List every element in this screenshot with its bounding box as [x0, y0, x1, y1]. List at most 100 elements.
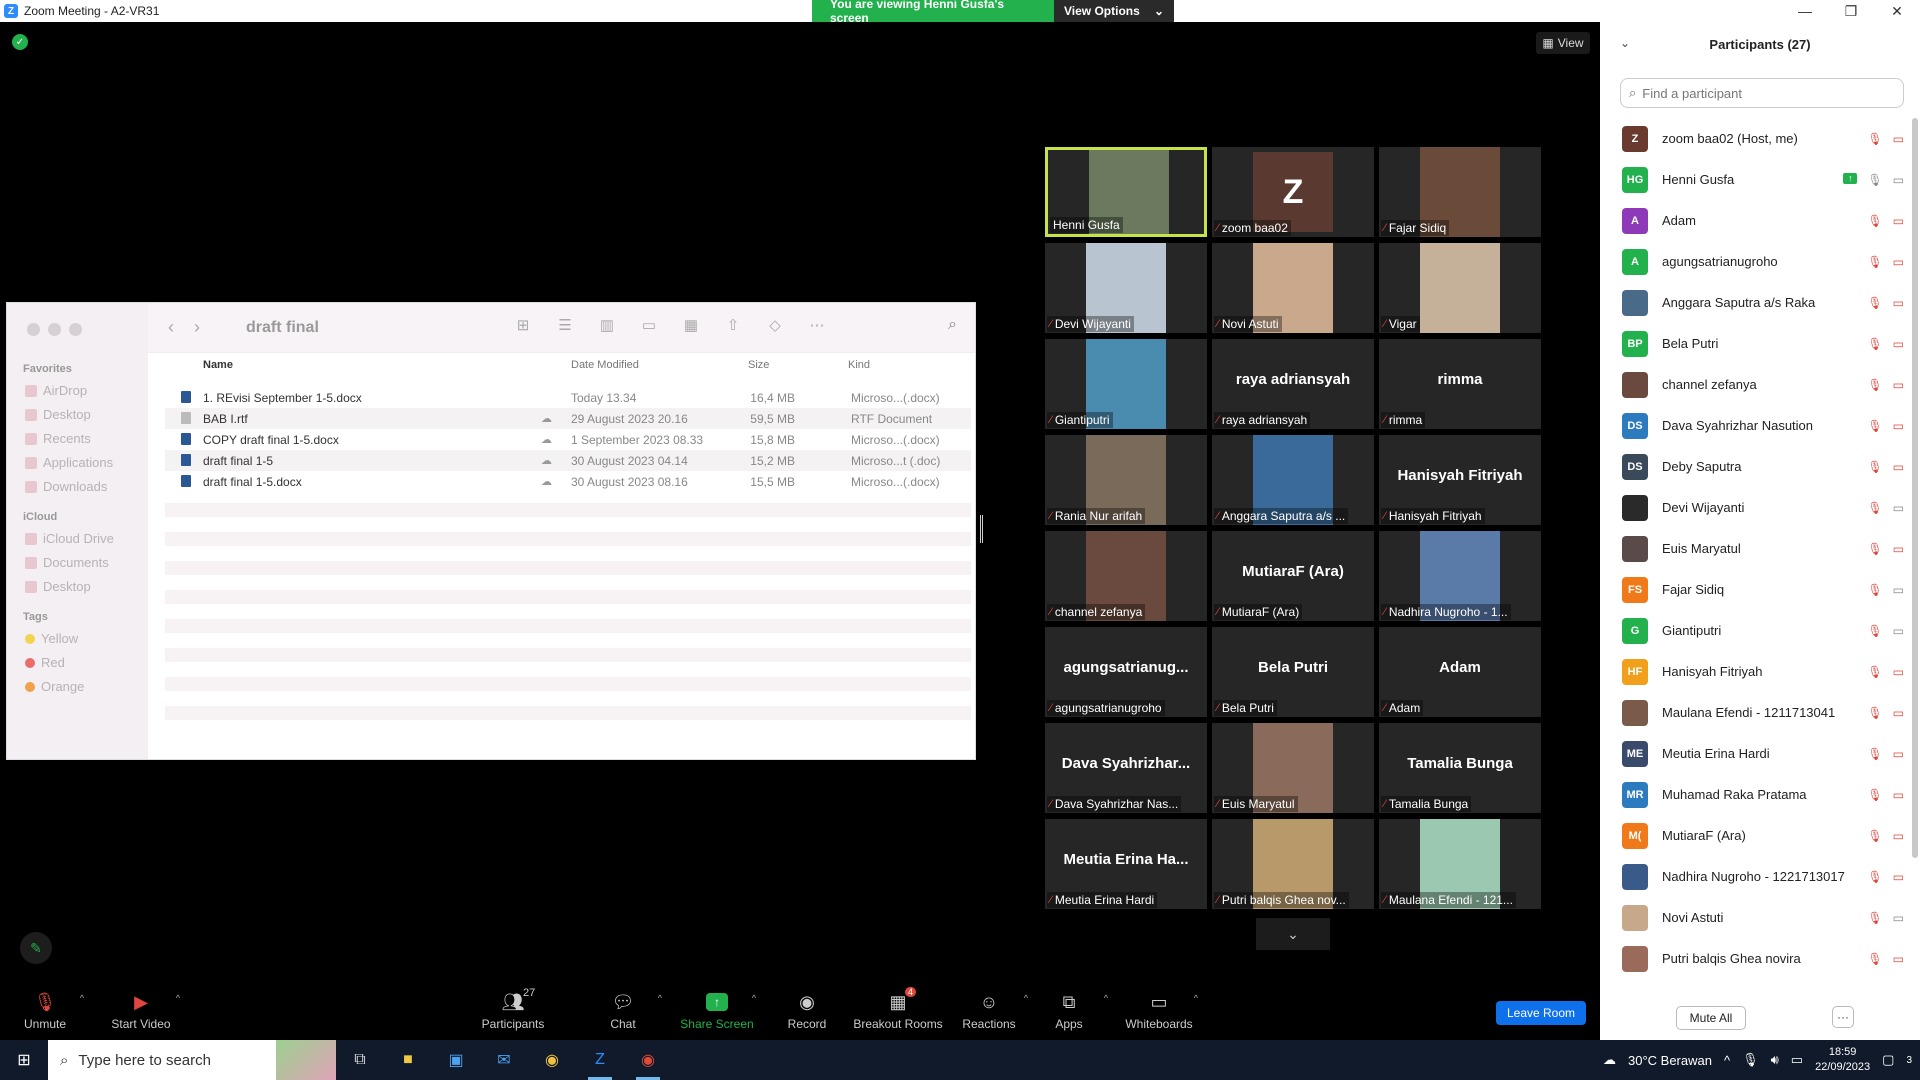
store-icon[interactable]: ▣ — [432, 1040, 480, 1080]
participants-button[interactable]: 👥︎ 27 Participants — [468, 987, 558, 1031]
participant-row[interactable]: A Adam 🎙︎ ▭ — [1622, 200, 1912, 241]
caret-up-icon[interactable]: ^ — [1194, 993, 1198, 1003]
caret-up-icon[interactable]: ^ — [80, 993, 84, 1003]
apps-button[interactable]: ⧉ ^ Apps — [1024, 989, 1114, 1032]
video-tile[interactable]: ⁄ Maulana Efendi - 121... — [1379, 819, 1541, 909]
network-icon[interactable]: ▭ — [1791, 1052, 1803, 1068]
participant-row[interactable]: Anggara Saputra a/s Raka 🎙︎ ▭ — [1622, 282, 1912, 323]
chrome-icon[interactable]: ◉ — [528, 1040, 576, 1080]
file-kind: RTF Document — [851, 412, 933, 426]
caret-up-icon[interactable]: ^ — [658, 993, 662, 1003]
restore-icon[interactable]: ❐ — [1828, 0, 1874, 22]
volume-icon[interactable]: 🔊︎ — [1771, 1052, 1779, 1068]
participant-row[interactable]: channel zefanya 🎙︎ ▭ — [1622, 364, 1912, 405]
video-tile[interactable]: Adam ⁄ Adam — [1379, 627, 1541, 717]
chat-button[interactable]: 💬︎ ^ Chat — [578, 989, 668, 1032]
whiteboards-button[interactable]: ▭ ^ Whiteboards — [1114, 989, 1204, 1032]
participant-row[interactable]: ME Meutia Erina Hardi 🎙︎ ▭ — [1622, 733, 1912, 774]
zoom-taskbar-icon[interactable]: Z — [576, 1040, 624, 1080]
taskbar-clock[interactable]: 18:59 22/09/2023 — [1815, 1045, 1870, 1075]
mail-icon[interactable]: ✉ — [480, 1040, 528, 1080]
view-label: View — [1557, 36, 1584, 50]
desktop-icon — [25, 580, 37, 593]
video-tile[interactable]: ⁄ Putri balqis Ghea nov... — [1212, 819, 1374, 909]
participant-row[interactable]: Devi Wijayanti 🎙︎ ▭ — [1622, 487, 1912, 528]
file-explorer-icon[interactable]: ■ — [384, 1040, 432, 1080]
participant-row[interactable]: Zzoom baa02 (Host, me) 🎙︎ ▭ — [1622, 118, 1912, 159]
video-tile[interactable]: ⁄ Nadhira Nugroho - 1... — [1379, 531, 1541, 621]
breakout-rooms-button[interactable]: ▦ 4 Breakout Rooms — [853, 987, 943, 1031]
leave-room-button[interactable]: Leave Room — [1496, 1001, 1586, 1025]
participant-row[interactable]: Maulana Efendi - 1211713041 🎙︎ ▭ — [1622, 692, 1912, 733]
video-tile[interactable]: agungsatrianug... ⁄ agungsatrianugroho — [1045, 627, 1207, 717]
participant-row[interactable]: FS Fajar Sidiq 🎙︎ ▭ — [1622, 569, 1912, 610]
participant-row[interactable]: Aagungsatrianugroho 🎙︎ ▭ — [1622, 241, 1912, 282]
close-icon[interactable]: ✕ — [1874, 0, 1920, 22]
video-tile[interactable]: ⁄ Devi Wijayanti — [1045, 243, 1207, 333]
share-screen-button[interactable]: ↑ ^ Share Screen — [672, 989, 762, 1031]
mic-muted-icon: 🎙︎ — [1867, 254, 1883, 269]
caret-up-icon[interactable]: ^ — [176, 993, 180, 1003]
notification-icon[interactable]: ▢ — [1882, 1052, 1894, 1068]
taskbar-search-input[interactable]: ⌕ Type here to search — [48, 1040, 336, 1080]
unmute-button[interactable]: 🎙︎ ^ Unmute — [0, 989, 90, 1032]
video-tile[interactable]: ⁄ Anggara Saputra a/s ... — [1212, 435, 1374, 525]
participant-row[interactable]: DS Dava Syahrizhar Nasution 🎙︎ ▭ — [1622, 405, 1912, 446]
participant-row[interactable]: Nadhira Nugroho - 1221713017 🎙︎ ▭ — [1622, 856, 1912, 897]
participant-row[interactable]: M(MutiaraF (Ara) 🎙︎ ▭ — [1622, 815, 1912, 856]
caret-up-icon[interactable]: ^ — [752, 993, 756, 1003]
video-tile[interactable]: Dava Syahrizhar... ⁄ Dava Syahrizhar Nas..… — [1045, 723, 1207, 813]
video-tile[interactable]: Tamalia Bunga ⁄ Tamalia Bunga — [1379, 723, 1541, 813]
participant-row[interactable]: DS Deby Saputra 🎙︎ ▭ — [1622, 446, 1912, 487]
participant-row[interactable]: Putri balqis Ghea novira 🎙︎ ▭ — [1622, 938, 1912, 979]
record-button[interactable]: ◉ Record — [762, 989, 852, 1032]
more-options-button[interactable]: ··· — [1832, 1006, 1854, 1028]
task-view-icon[interactable]: ⧉ — [336, 1040, 384, 1080]
participant-row[interactable]: HF Hanisyah Fitriyah 🎙︎ ▭ — [1622, 651, 1912, 692]
mic-muted-icon: ⁄ — [1217, 222, 1219, 234]
start-video-button[interactable]: ▶︎ ^ Start Video — [96, 989, 186, 1032]
weather-icon[interactable]: ☁ — [1603, 1052, 1616, 1068]
windows-start-icon[interactable]: ⊞ — [0, 1040, 48, 1080]
tile-name-label: ⁄ Novi Astuti — [1214, 316, 1282, 332]
view-options-button[interactable]: View Options ⌄ — [1054, 0, 1174, 22]
chevron-up-icon[interactable]: ^ — [1724, 1053, 1730, 1068]
video-tile[interactable]: ⁄ Fajar Sidiq — [1379, 147, 1541, 237]
video-tile[interactable]: ⁄ channel zefanya — [1045, 531, 1207, 621]
gallery-next-page-button[interactable]: ⌄ — [1256, 918, 1330, 950]
video-tile[interactable]: Meutia Erina Ha... ⁄ Meutia Erina Hardi — [1045, 819, 1207, 909]
video-tile[interactable]: Bela Putri ⁄ Bela Putri — [1212, 627, 1374, 717]
video-tile[interactable]: raya adriansyah ⁄ raya adriansyah — [1212, 339, 1374, 429]
video-tile[interactable]: ⁄ Giantiputri — [1045, 339, 1207, 429]
reactions-button[interactable]: ☺ ^ Reactions — [944, 989, 1034, 1032]
participant-scrollbar[interactable] — [1912, 118, 1918, 858]
mic-muted-icon: ⁄ — [1217, 798, 1219, 810]
annotate-pencil-icon[interactable]: ✎ — [20, 932, 52, 964]
participant-row[interactable]: BP Bela Putri 🎙︎ ▭ — [1622, 323, 1912, 364]
caret-up-icon[interactable]: ^ — [1104, 993, 1108, 1003]
participant-row[interactable]: G Giantiputri 🎙︎ ▭ — [1622, 610, 1912, 651]
video-tile[interactable]: Hanisyah Fitriyah ⁄ Hanisyah Fitriyah — [1379, 435, 1541, 525]
video-tile[interactable]: MutiaraF (Ara) ⁄ MutiaraF (Ara) — [1212, 531, 1374, 621]
chrome-profile-icon[interactable]: ◉ — [624, 1040, 672, 1080]
mute-all-button[interactable]: Mute All — [1676, 1006, 1746, 1030]
word-file-icon — [181, 433, 191, 445]
video-tile[interactable]: rimma ⁄ rimma — [1379, 339, 1541, 429]
participant-row[interactable]: MR Muhamad Raka Pratama 🎙︎ ▭ — [1622, 774, 1912, 815]
participant-row[interactable]: HG Henni Gusfa ↑ 🎙︎ ▭ — [1622, 159, 1912, 200]
video-tile[interactable]: ⁄ Rania Nur arifah — [1045, 435, 1207, 525]
video-tile[interactable]: ⁄ Vigar — [1379, 243, 1541, 333]
video-tile[interactable]: ⁄ Euis Maryatul — [1212, 723, 1374, 813]
resize-handle[interactable] — [980, 515, 983, 543]
weather-text[interactable]: 30°C Berawan — [1628, 1053, 1712, 1068]
shield-icon[interactable]: ✓ — [12, 34, 28, 50]
minimize-icon[interactable]: — — [1782, 0, 1828, 22]
microphone-icon[interactable]: 🎙︎ — [1742, 1052, 1759, 1068]
participant-row[interactable]: Novi Astuti 🎙︎ ▭ — [1622, 897, 1912, 938]
participant-row[interactable]: Euis Maryatul 🎙︎ ▭ — [1622, 528, 1912, 569]
video-tile[interactable]: ⁄ Novi Astuti — [1212, 243, 1374, 333]
participant-search-input[interactable]: ⌕ Find a participant — [1620, 78, 1904, 108]
video-tile[interactable]: Henni Gusfa — [1045, 147, 1207, 237]
view-button[interactable]: ▦ View — [1536, 32, 1590, 54]
video-tile[interactable]: Z ⁄ zoom baa02 — [1212, 147, 1374, 237]
